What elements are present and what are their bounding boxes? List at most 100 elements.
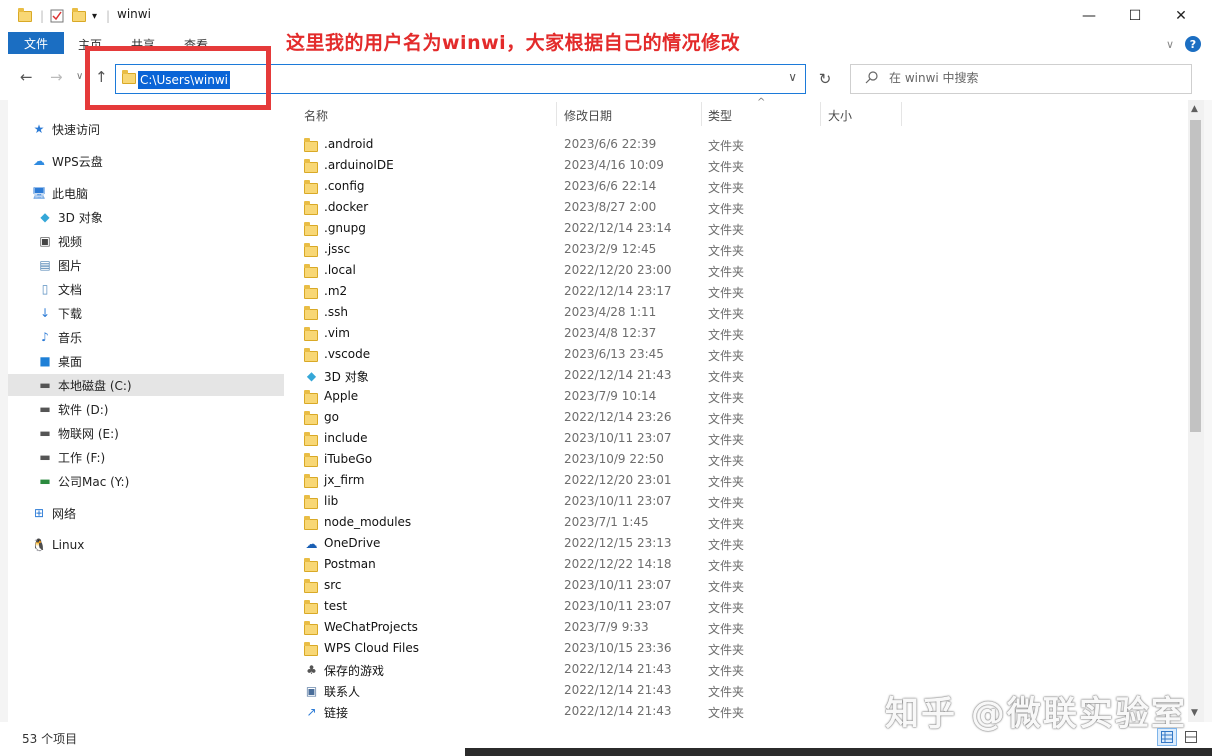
file-row[interactable]: .vscode 2023/6/13 23:45 文件夹 [300,344,760,365]
file-row[interactable]: .arduinoIDE 2023/4/16 10:09 文件夹 [300,155,760,176]
file-row[interactable]: node_modules 2023/7/1 1:45 文件夹 [300,512,760,533]
sidebar-item-quick-access[interactable]: ★ 快速访问 [8,118,284,140]
sidebar-item-label: 文档 [58,282,83,297]
cube-icon: ◆ [40,210,50,224]
column-divider[interactable] [701,102,702,126]
file-row[interactable]: ▣ 联系人 2022/12/14 21:43 文件夹 [300,680,760,701]
properties-icon[interactable] [50,6,64,26]
scroll-down-icon[interactable]: ▼ [1191,708,1198,718]
file-row[interactable]: ♣ 保存的游戏 2022/12/14 21:43 文件夹 [300,659,760,680]
file-type: 文件夹 [708,202,745,216]
search-input[interactable] [889,71,1179,85]
close-button[interactable]: ✕ [1158,0,1204,32]
file-row[interactable]: src 2023/10/11 23:07 文件夹 [300,575,760,596]
file-row[interactable]: .vim 2023/4/8 12:37 文件夹 [300,323,760,344]
file-row[interactable]: WeChatProjects 2023/7/9 9:33 文件夹 [300,617,760,638]
file-row[interactable]: jx_firm 2022/12/20 23:01 文件夹 [300,470,760,491]
file-type: 文件夹 [708,454,745,468]
column-header-date[interactable]: 修改日期 [564,107,612,124]
file-name: src [324,578,342,592]
column-header-type[interactable]: 类型 [708,107,732,124]
file-date: 2023/6/6 22:39 [564,137,657,151]
ribbon-expand-icon[interactable]: ∨ [1166,38,1174,51]
sidebar-item-drive-y[interactable]: ▬ 公司Mac (Y:) [8,470,284,492]
file-date: 2022/12/20 23:00 [564,263,672,277]
file-row[interactable]: include 2023/10/11 23:07 文件夹 [300,428,760,449]
file-row[interactable]: .config 2023/6/6 22:14 文件夹 [300,176,760,197]
link-icon: ↗ [306,705,317,719]
file-date: 2023/7/1 1:45 [564,515,649,529]
folder-icon [304,411,318,425]
sidebar-item-pictures[interactable]: ▤ 图片 [8,254,284,276]
file-date: 2022/12/15 23:13 [564,536,672,550]
sidebar-item-drive-e[interactable]: ▬ 物联网 (E:) [8,422,284,444]
back-button[interactable]: ← [20,68,33,86]
sidebar-item-drive-d[interactable]: ▬ 软件 (D:) [8,398,284,420]
file-name: OneDrive [324,536,381,550]
refresh-button[interactable]: ↻ [811,64,839,94]
new-folder-icon[interactable] [72,6,86,26]
sidebar-item-documents[interactable]: ▯ 文档 [8,278,284,300]
scroll-up-icon[interactable]: ▲ [1191,104,1198,114]
file-row[interactable]: ☁ OneDrive 2022/12/15 23:13 文件夹 [300,533,760,554]
column-divider[interactable] [901,102,902,126]
file-row[interactable]: lib 2023/10/11 23:07 文件夹 [300,491,760,512]
file-row[interactable]: go 2022/12/14 23:26 文件夹 [300,407,760,428]
sidebar-item-drive-c[interactable]: ▬ 本地磁盘 (C:) [8,374,284,396]
sidebar-item-drive-f[interactable]: ▬ 工作 (F:) [8,446,284,468]
file-name: lib [324,494,339,508]
file-row[interactable]: .android 2023/6/6 22:39 文件夹 [300,134,760,155]
column-divider[interactable] [556,102,557,126]
file-row[interactable]: ◆ 3D 对象 2022/12/14 21:43 文件夹 [300,365,760,386]
file-date: 2022/12/14 21:43 [564,368,672,382]
search-box[interactable] [850,64,1192,94]
help-icon[interactable]: ? [1185,36,1201,52]
details-view-button[interactable] [1157,728,1177,746]
file-row[interactable]: ↗ 链接 2022/12/14 21:43 文件夹 [300,701,760,722]
sidebar-item-videos[interactable]: ▣ 视频 [8,230,284,252]
minimize-button[interactable]: — [1066,0,1112,32]
file-row[interactable]: iTubeGo 2023/10/9 22:50 文件夹 [300,449,760,470]
file-row[interactable]: .docker 2023/8/27 2:00 文件夹 [300,197,760,218]
column-divider[interactable] [820,102,821,126]
column-header-size[interactable]: 大小 [828,107,852,124]
column-header-name[interactable]: 名称 [304,107,328,124]
file-row[interactable]: Postman 2022/12/22 14:18 文件夹 [300,554,760,575]
sidebar-item-label: 下载 [58,306,83,321]
file-name: .m2 [324,284,348,298]
forward-button[interactable]: → [50,68,63,86]
file-row[interactable]: test 2023/10/11 23:07 文件夹 [300,596,760,617]
file-row[interactable]: WPS Cloud Files 2023/10/15 23:36 文件夹 [300,638,760,659]
file-row[interactable]: Apple 2023/7/9 10:14 文件夹 [300,386,760,407]
sidebar-item-this-pc[interactable]: 🖥 此电脑 [8,182,284,204]
sidebar-item-wps-cloud[interactable]: ☁ WPS云盘 [8,150,284,172]
file-type: 文件夹 [708,475,745,489]
file-row[interactable]: .gnupg 2022/12/14 23:14 文件夹 [300,218,760,239]
sidebar-item-downloads[interactable]: ↓ 下载 [8,302,284,324]
customize-toolbar-icon[interactable]: ▾ [92,6,97,26]
tab-file[interactable]: 文件 [8,32,64,54]
sidebar-item-music[interactable]: ♪ 音乐 [8,326,284,348]
file-row[interactable]: .jssc 2023/2/9 12:45 文件夹 [300,239,760,260]
large-icons-view-button[interactable] [1181,728,1201,746]
scrollbar-thumb[interactable] [1190,120,1201,432]
vertical-scrollbar[interactable]: ▲ ▼ [1188,100,1204,722]
folder-icon [304,600,318,614]
watermark: 知乎 @微联实验室 [885,694,1187,734]
folder-icon [304,327,318,341]
file-row[interactable]: .local 2022/12/20 23:00 文件夹 [300,260,760,281]
file-type: 文件夹 [708,349,745,363]
folder-icon [304,180,318,194]
sidebar-item-network[interactable]: ⊞ 网络 [8,502,284,524]
sidebar-item-3d-objects[interactable]: ◆ 3D 对象 [8,206,284,228]
recent-locations-button[interactable]: ∨ [76,71,83,82]
address-dropdown-icon[interactable]: ∨ [788,70,797,84]
file-row[interactable]: .ssh 2023/4/28 1:11 文件夹 [300,302,760,323]
taskbar-strip [465,748,1212,756]
maximize-button[interactable]: ☐ [1112,0,1158,32]
sidebar-item-linux[interactable]: 🐧 Linux [8,534,284,556]
file-row[interactable]: .m2 2022/12/14 23:17 文件夹 [300,281,760,302]
window-edge [1204,100,1212,722]
folder-icon [304,579,318,593]
sidebar-item-desktop[interactable]: ■ 桌面 [8,350,284,372]
